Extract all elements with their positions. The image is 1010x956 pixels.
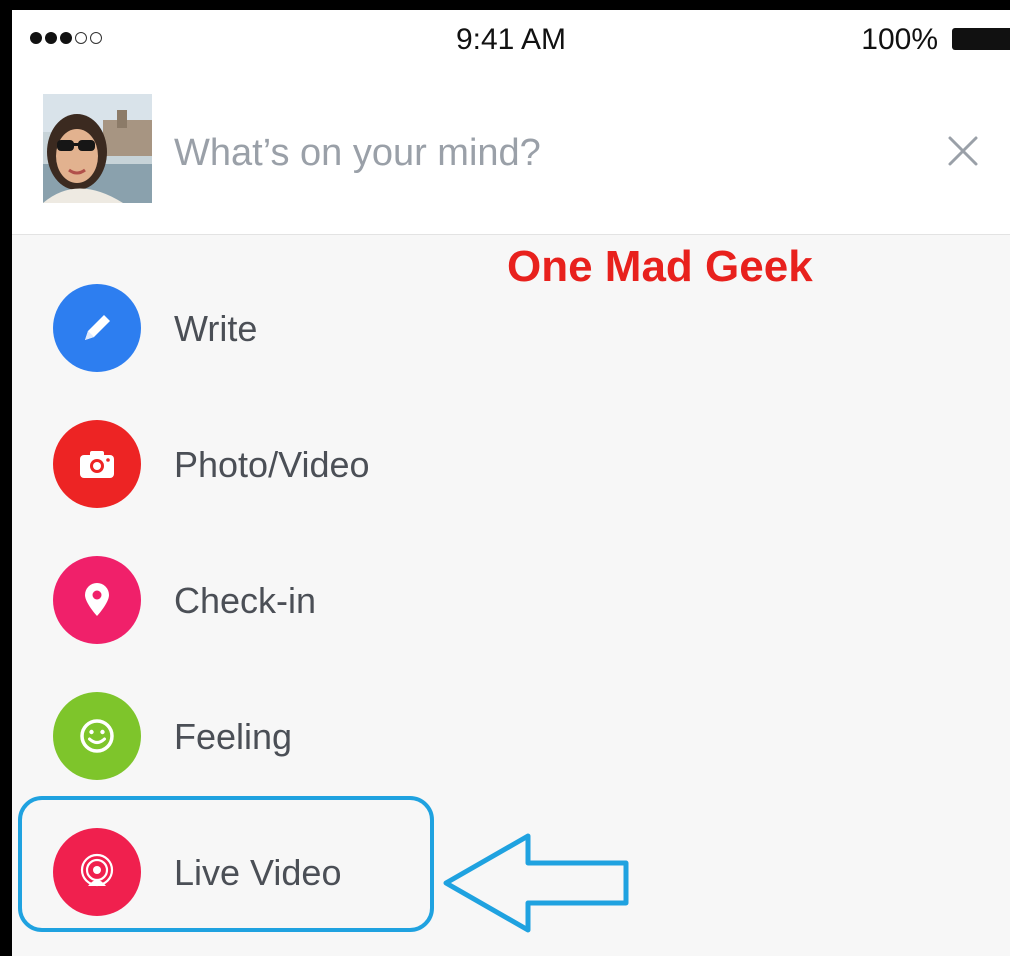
smiley-icon <box>53 692 141 780</box>
battery-percent: 100% <box>861 23 938 56</box>
menu-item-write[interactable]: Write <box>12 278 1010 378</box>
status-input[interactable]: What’s on your mind? <box>174 132 541 175</box>
arrow-icon <box>440 830 640 941</box>
pencil-icon <box>53 284 141 372</box>
screen: 9:41 AM 100% What’s on your mind? One Ma… <box>12 10 1010 956</box>
location-pin-icon <box>53 556 141 644</box>
menu-item-label: Check-in <box>174 580 317 621</box>
camera-icon <box>53 420 141 508</box>
status-bar: 9:41 AM 100% <box>12 10 1010 66</box>
battery-icon <box>952 28 1010 50</box>
menu-item-label: Feeling <box>174 716 293 757</box>
avatar <box>43 94 152 203</box>
menu-item-check-in[interactable]: Check-in <box>12 550 1010 650</box>
highlight-annotation <box>18 796 434 932</box>
menu-item-label: Photo/Video <box>174 444 370 485</box>
menu-item-photo-video[interactable]: Photo/Video <box>12 414 1010 514</box>
menu-item-label: Write <box>174 308 258 349</box>
post-composer[interactable]: What’s on your mind? <box>12 66 1010 235</box>
close-icon[interactable] <box>946 134 980 168</box>
menu-item-feeling[interactable]: Feeling <box>12 686 1010 786</box>
